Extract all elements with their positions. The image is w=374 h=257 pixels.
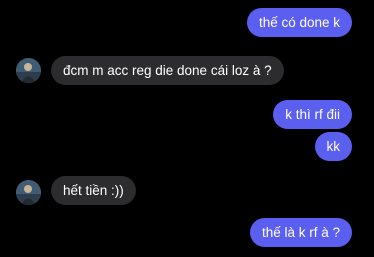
message-text: k thì rf đii bbox=[285, 107, 340, 122]
message-text: thế là k rf à ? bbox=[261, 225, 340, 240]
message-text: hết tiền :)) bbox=[63, 183, 124, 198]
message-bubble-incoming[interactable]: đcm m acc reg die done cái loz à ? bbox=[51, 56, 284, 85]
contact-avatar[interactable] bbox=[16, 58, 41, 83]
message-text: thế có done k bbox=[258, 15, 340, 30]
contact-avatar[interactable] bbox=[16, 180, 41, 205]
message-bubble-outgoing[interactable]: thế có done k bbox=[246, 8, 352, 37]
message-text: đcm m acc reg die done cái loz à ? bbox=[63, 63, 272, 78]
message-bubble-incoming[interactable]: hết tiền :)) bbox=[51, 176, 136, 205]
avatar-photo-icon bbox=[16, 58, 41, 83]
message-text: kk bbox=[326, 139, 341, 154]
avatar-photo-icon bbox=[16, 180, 41, 205]
message-bubble-outgoing[interactable]: kk bbox=[314, 132, 352, 161]
message-bubble-outgoing[interactable]: k thì rf đii bbox=[273, 100, 352, 129]
message-bubble-outgoing[interactable]: thế là k rf à ? bbox=[249, 218, 352, 247]
